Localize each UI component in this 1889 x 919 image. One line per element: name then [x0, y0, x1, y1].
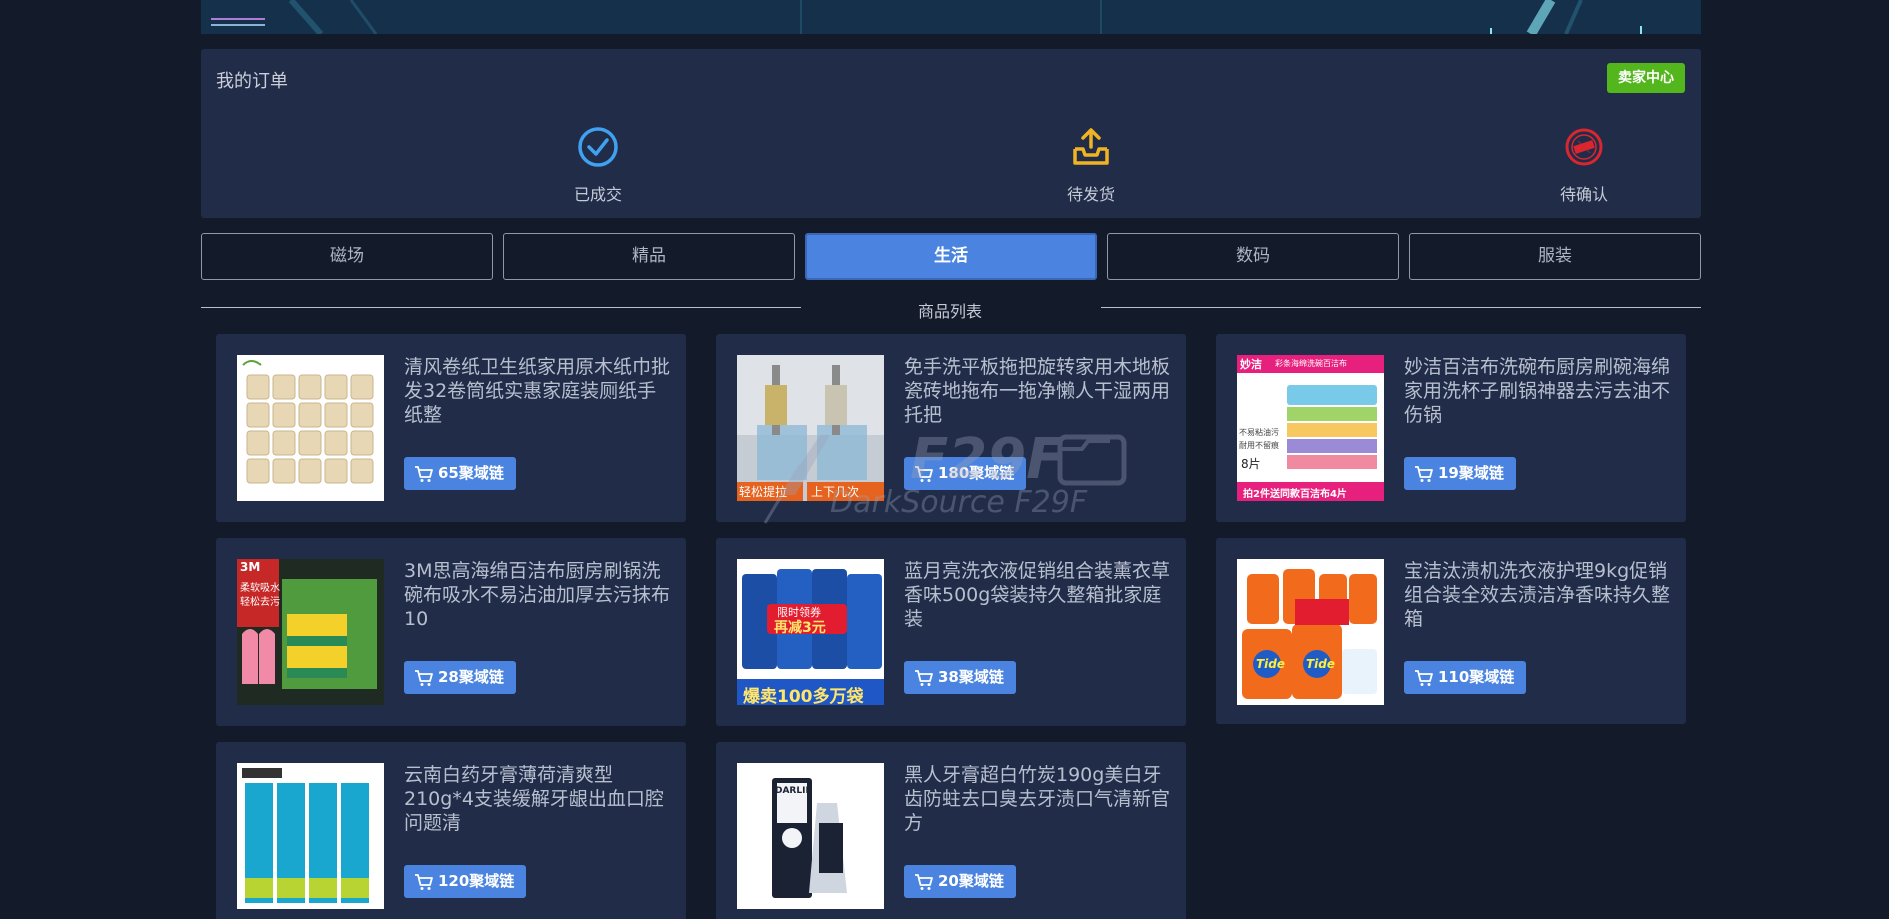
product-card[interactable]: 清风卷纸卫生纸家用原木纸巾批发32卷筒纸实惠家庭装厕纸手纸整 65聚域链	[216, 334, 686, 522]
price-label: 20聚域链	[938, 872, 1004, 890]
image-brand: Tide	[1306, 657, 1336, 671]
price-label: 38聚域链	[938, 668, 1004, 686]
cart-icon	[415, 873, 433, 890]
product-card[interactable]: Tide Tide 宝洁汰渍机洗衣液护理9kg促销组合装全效去渍洁净香味持久整箱…	[1216, 538, 1686, 724]
product-name[interactable]: 黑人牙膏超白竹炭190g美白牙齿防蛀去口臭去牙渍口气清新官方	[904, 763, 1174, 835]
image-caption: 上下几次	[811, 485, 860, 499]
section-title: 商品列表	[917, 302, 982, 321]
tab-digital[interactable]: 数码	[1107, 233, 1399, 280]
status-completed[interactable]: 已成交	[528, 125, 668, 205]
product-name[interactable]: 3M思高海绵百洁布厨房刷锅洗碗布吸水不易沾油加厚去污抹布10	[404, 559, 674, 631]
product-image[interactable]: DARLIE	[737, 763, 884, 909]
buy-button[interactable]: 20聚域链	[904, 865, 1016, 898]
image-caption: 柔软吸水	[240, 583, 280, 594]
image-brand: 妙洁	[1240, 358, 1262, 371]
image-caption: 再减3元	[774, 620, 826, 636]
inbox-upload-icon	[1073, 128, 1109, 165]
cart-icon	[1415, 669, 1433, 686]
category-tabs: 磁场 精品 生活 数码 服装	[201, 233, 1701, 280]
image-caption: 不易粘油污	[1239, 428, 1279, 437]
image-brand: 3M	[240, 560, 261, 574]
orders-title: 我的订单	[216, 71, 288, 92]
cart-icon	[415, 465, 433, 482]
image-caption: 拍2件送同款百洁布4片	[1243, 489, 1347, 500]
image-caption: 轻松去污	[240, 597, 280, 608]
image-caption: 8片	[1241, 457, 1261, 471]
product-card[interactable]: 限时领券 再减3元 爆卖100多万袋 蓝月亮洗衣液促销组合装薰衣草香味500g袋…	[716, 538, 1186, 726]
status-label: 待发货	[1066, 185, 1115, 204]
product-image[interactable]: 限时领券 再减3元 爆卖100多万袋	[737, 559, 884, 705]
page: 我的订单 卖家中心 已成交 待发货 待确认 磁场 精品 生活 数码 服装 商品列…	[0, 0, 1889, 919]
product-name[interactable]: 妙洁百洁布洗碗布厨房刷碗海绵家用洗杯子刷锅神器去污去油不伤锅	[1404, 355, 1674, 427]
my-orders-panel: 我的订单 卖家中心 已成交 待发货 待确认	[201, 49, 1701, 218]
tab-premium[interactable]: 精品	[503, 233, 795, 280]
product-name[interactable]: 宝洁汰渍机洗衣液护理9kg促销组合装全效去渍洁净香味持久整箱	[1404, 559, 1674, 631]
seal-stamp-icon	[1565, 128, 1603, 166]
cart-icon	[915, 873, 933, 890]
product-card[interactable]: 3M 柔软吸水 轻松去污 3M思高海绵百洁布厨房刷锅洗碗布吸水不易沾油加厚去污抹…	[216, 538, 686, 726]
buy-button[interactable]: 38聚域链	[904, 661, 1016, 694]
price-label: 19聚域链	[1438, 464, 1504, 482]
product-image[interactable]: 3M 柔软吸水 轻松去污	[237, 559, 384, 705]
image-brand: Tide	[1256, 657, 1286, 671]
tab-magnetic-field[interactable]: 磁场	[201, 233, 493, 280]
cart-icon	[1415, 465, 1433, 482]
image-caption: 爆卖100多万袋	[743, 687, 864, 705]
status-to-ship[interactable]: 待发货	[1021, 125, 1161, 205]
product-image[interactable]: 轻松提拉 上下几次	[737, 355, 884, 501]
product-name[interactable]: 云南白药牙膏薄荷清爽型210g*4支装缓解牙龈出血口腔问题清	[404, 763, 674, 835]
status-label: 待确认	[1559, 185, 1608, 204]
cart-icon	[915, 669, 933, 686]
price-label: 110聚域链	[1438, 668, 1515, 686]
status-label: 已成交	[573, 185, 622, 204]
seller-center-button[interactable]: 卖家中心	[1607, 63, 1685, 93]
image-caption: 轻松提拉	[739, 485, 788, 499]
product-name[interactable]: 清风卷纸卫生纸家用原木纸巾批发32卷筒纸实惠家庭装厕纸手纸整	[404, 355, 674, 427]
product-name[interactable]: 蓝月亮洗衣液促销组合装薰衣草香味500g袋装持久整箱批家庭装	[904, 559, 1174, 631]
top-banner	[201, 0, 1701, 34]
price-label: 65聚域链	[438, 464, 504, 482]
buy-button[interactable]: 180聚域链	[904, 457, 1027, 490]
image-brand: DARLIE	[775, 786, 812, 796]
product-card[interactable]: DARLIE 黑人牙膏超白竹炭190g美白牙齿防蛀去口臭去牙渍口气清新官方 20…	[716, 742, 1186, 919]
divider-right	[1101, 307, 1701, 308]
price-label: 180聚域链	[938, 464, 1015, 482]
image-caption: 耐用不留痕	[1239, 441, 1279, 450]
price-label: 28聚域链	[438, 668, 504, 686]
divider-left	[201, 307, 801, 308]
product-image[interactable]: 妙洁 彩条海绵洗碗百洁布 不易粘油污 耐用不留痕 8片 拍2件送同款百洁布4片	[1237, 355, 1384, 501]
tab-life[interactable]: 生活	[805, 233, 1097, 280]
buy-button[interactable]: 120聚域链	[404, 865, 527, 898]
product-image[interactable]	[237, 763, 384, 909]
product-card[interactable]: 云南白药牙膏薄荷清爽型210g*4支装缓解牙龈出血口腔问题清 120聚域链	[216, 742, 686, 919]
product-card[interactable]: 轻松提拉 上下几次 免手洗平板拖把旋转家用木地板瓷砖地拖布一拖净懒人干湿两用托把…	[716, 334, 1186, 522]
tab-clothing[interactable]: 服装	[1409, 233, 1701, 280]
buy-button[interactable]: 28聚域链	[404, 661, 516, 694]
status-to-confirm[interactable]: 待确认	[1514, 125, 1654, 205]
cart-icon	[415, 669, 433, 686]
buy-button[interactable]: 110聚域链	[1404, 661, 1527, 694]
product-image[interactable]	[237, 355, 384, 501]
buy-button[interactable]: 19聚域链	[1404, 457, 1516, 490]
image-caption: 彩条海绵洗碗百洁布	[1275, 359, 1347, 368]
cart-icon	[915, 465, 933, 482]
product-card[interactable]: 妙洁 彩条海绵洗碗百洁布 不易粘油污 耐用不留痕 8片 拍2件送同款百洁布4片 …	[1216, 334, 1686, 522]
price-label: 120聚域链	[438, 872, 515, 890]
product-name[interactable]: 免手洗平板拖把旋转家用木地板瓷砖地拖布一拖净懒人干湿两用托把	[904, 355, 1174, 427]
product-image[interactable]: Tide Tide	[1237, 559, 1384, 705]
check-circle-icon	[578, 127, 618, 167]
buy-button[interactable]: 65聚域链	[404, 457, 516, 490]
